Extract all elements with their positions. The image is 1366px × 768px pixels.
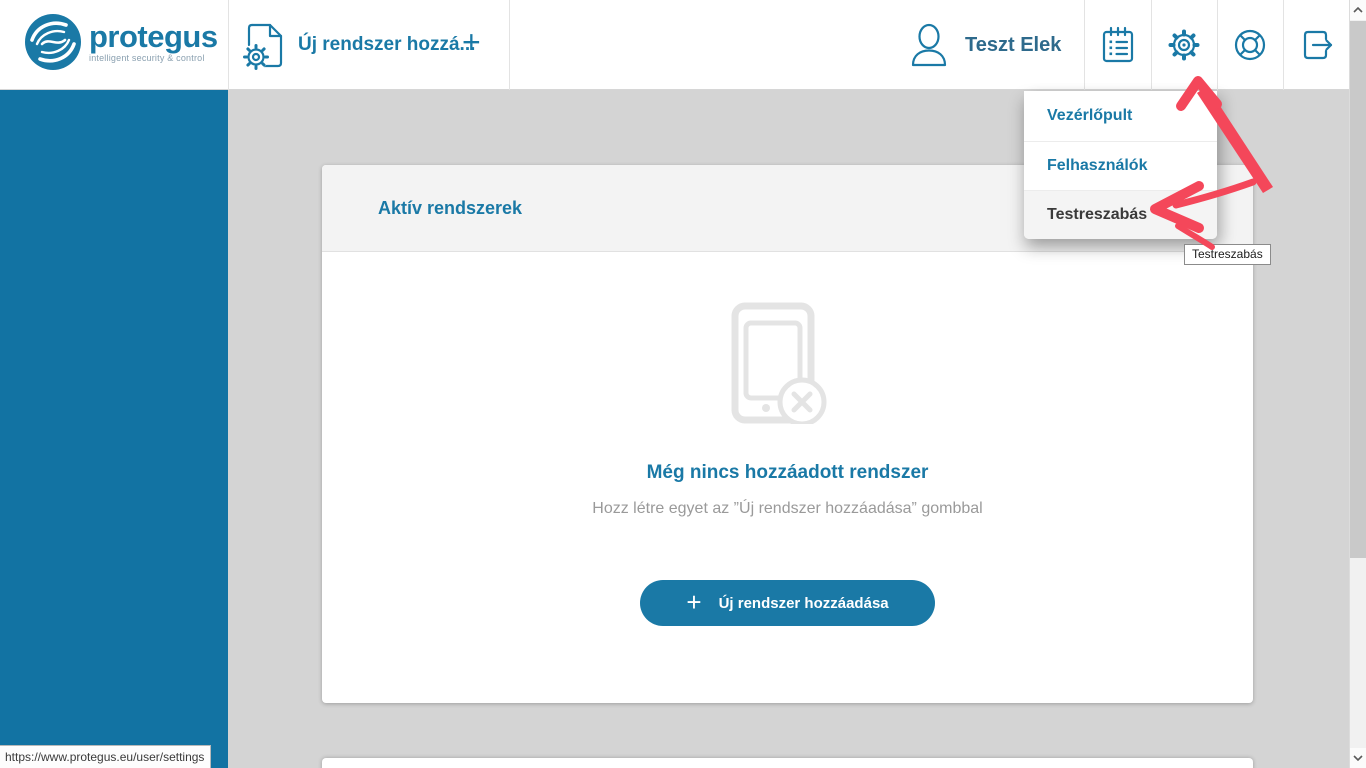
- add-system-button-label: Új rendszer hozzáadása: [719, 595, 889, 612]
- settings-dropdown-menu: Vezérlőpult Felhasználók Testreszabás: [1024, 91, 1217, 239]
- add-system-plus-button[interactable]: +: [462, 26, 481, 58]
- logout-icon: [1297, 26, 1335, 64]
- protegus-app-page: protegus intelligent security & control: [0, 0, 1366, 768]
- add-system-tab-label: Új rendszer hozzá...: [298, 34, 475, 56]
- vertical-scrollbar[interactable]: [1349, 0, 1366, 768]
- browser-status-bar: https://www.protegus.eu/user/settings: [0, 745, 211, 768]
- user-menu[interactable]: Teszt Elek: [908, 0, 1061, 90]
- phone-with-x-icon: [731, 302, 845, 424]
- logout-button[interactable]: [1283, 0, 1349, 90]
- add-system-button[interactable]: + Új rendszer hozzáadása: [640, 580, 934, 626]
- document-gear-icon: [240, 19, 286, 71]
- top-header: protegus intelligent security & control: [0, 0, 1349, 90]
- logo-text-block: protegus intelligent security & control: [89, 21, 218, 63]
- menu-item-felhasznalok[interactable]: Felhasználók: [1024, 141, 1217, 190]
- left-sidebar: [0, 90, 228, 768]
- scroll-down-button[interactable]: [1350, 748, 1366, 768]
- events-list-button[interactable]: [1085, 0, 1151, 90]
- empty-state-title: Még nincs hozzáadott rendszer: [647, 462, 929, 484]
- scroll-up-button[interactable]: [1350, 0, 1366, 20]
- protegus-swirl-icon: [24, 13, 82, 71]
- card-title: Aktív rendszerek: [378, 198, 522, 219]
- next-card-partial: [322, 758, 1253, 768]
- card-body: Még nincs hozzáadott rendszer Hozz létre…: [322, 252, 1253, 626]
- scroll-down-icon: [1353, 755, 1363, 761]
- help-button[interactable]: [1217, 0, 1283, 90]
- events-list-icon: [1099, 25, 1137, 65]
- empty-state-subtitle: Hozz létre egyet az ”Új rendszer hozzáad…: [592, 500, 982, 518]
- plus-icon: +: [686, 589, 701, 615]
- help-lifebuoy-icon: [1231, 26, 1269, 64]
- testreszabas-tooltip: Testreszabás: [1184, 244, 1271, 265]
- menu-item-vezerlopult[interactable]: Vezérlőpult: [1024, 91, 1217, 141]
- logo-tagline: intelligent security & control: [89, 54, 218, 63]
- active-systems-card: Aktív rendszerek Még nincs hozzáadott re…: [322, 165, 1253, 703]
- protegus-logo[interactable]: protegus intelligent security & control: [24, 13, 218, 71]
- scrollbar-thumb[interactable]: [1350, 21, 1366, 558]
- menu-item-testreszabas[interactable]: Testreszabás: [1024, 190, 1217, 239]
- header-divider: [228, 0, 229, 90]
- person-icon: [908, 23, 950, 67]
- add-system-tab[interactable]: Új rendszer hozzá...: [240, 0, 475, 90]
- settings-gear-button[interactable]: [1151, 0, 1217, 90]
- user-name: Teszt Elek: [965, 34, 1061, 57]
- header-divider: [509, 0, 510, 90]
- settings-gear-icon: [1165, 26, 1203, 64]
- logo-wordmark: protegus: [89, 21, 218, 52]
- scroll-up-icon: [1353, 7, 1363, 13]
